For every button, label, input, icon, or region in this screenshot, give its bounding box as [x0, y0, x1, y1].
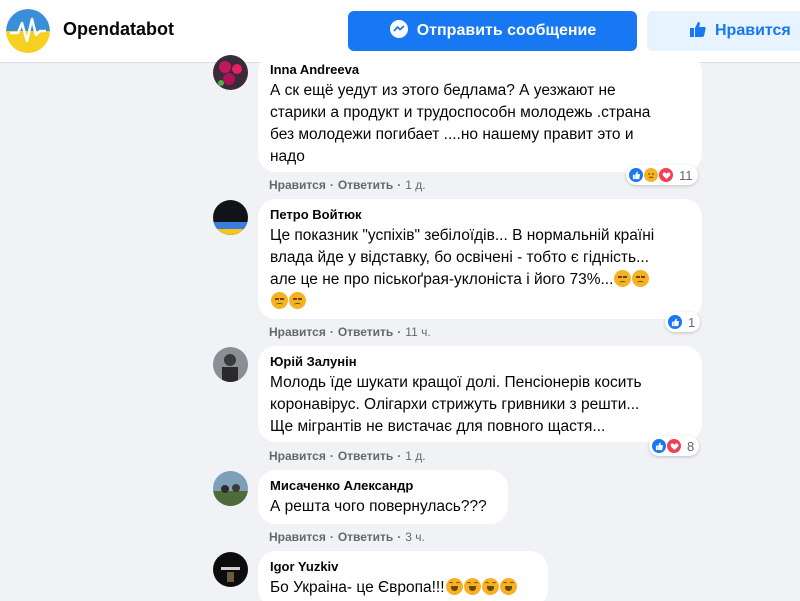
- separator: ·: [329, 449, 334, 463]
- comment-bubble: Inna Andreeva А ск ещё уедут из этого бе…: [258, 54, 702, 172]
- love-reaction-icon: [658, 167, 674, 183]
- comment-bubble: Igor Yuzkiv Бо Украіна- це Європа!!!: [258, 551, 548, 601]
- comment-actions: Нравится · Ответить · 1 д.: [269, 449, 426, 463]
- page-avatar[interactable]: [6, 9, 50, 53]
- comment-author[interactable]: Петро Войтюк: [270, 207, 690, 223]
- disappointed-emoji-icon: [289, 292, 306, 309]
- like-reaction-icon: [651, 438, 667, 454]
- comment-text: Це показник "успіхів" зебілоїдів... В но…: [270, 225, 690, 313]
- comment-author[interactable]: Юрій Залунін: [270, 354, 690, 370]
- send-message-label: Отправить сообщение: [416, 22, 597, 39]
- comment-text-body: Бо Украіна- це Європа!!!: [270, 579, 445, 596]
- comment-timestamp[interactable]: 11 ч.: [405, 325, 430, 339]
- avatar[interactable]: [213, 347, 248, 382]
- laughing-emoji-icon: [463, 578, 481, 595]
- reply-comment-link[interactable]: Ответить: [338, 449, 393, 463]
- separator: ·: [397, 325, 402, 339]
- comment-bubble: Мисаченко Александр А решта чого поверну…: [258, 470, 508, 524]
- page-name[interactable]: Opendatabot: [63, 19, 174, 40]
- reply-comment-link[interactable]: Ответить: [338, 325, 393, 339]
- avatar[interactable]: [213, 552, 248, 587]
- avatar[interactable]: [213, 471, 248, 506]
- disappointed-emoji-icon: [271, 292, 288, 309]
- disappointed-emoji-icon: [614, 270, 632, 287]
- comment-bubble: Петро Войтюк Це показник "успіхів" зебіл…: [258, 199, 702, 319]
- like-reaction-icon: [667, 314, 683, 330]
- reactions-summary[interactable]: 1: [665, 312, 701, 332]
- send-message-button[interactable]: Отправить сообщение: [348, 11, 637, 51]
- comment-text: А ск ещё уедут из этого бедлама? А уезжа…: [270, 82, 651, 165]
- like-comment-link[interactable]: Нравится: [269, 530, 326, 544]
- reaction-count: 11: [679, 167, 693, 183]
- like-page-button[interactable]: Нравится: [647, 11, 800, 51]
- like-reaction-icon: [628, 167, 644, 183]
- separator: ·: [329, 178, 334, 192]
- comment-actions: Нравится · Ответить · 1 д.: [269, 178, 426, 192]
- comment-actions: Нравится · Ответить · 3 ч.: [269, 530, 425, 544]
- comment-author[interactable]: Мисаченко Александр: [270, 478, 496, 494]
- reply-comment-link[interactable]: Ответить: [338, 530, 393, 544]
- messenger-icon: [389, 19, 409, 44]
- comment-text-body: Це показник "успіхів" зебілоїдів... В но…: [270, 227, 655, 288]
- comment-timestamp[interactable]: 3 ч.: [405, 530, 425, 544]
- like-comment-link[interactable]: Нравится: [269, 449, 326, 463]
- like-comment-link[interactable]: Нравится: [269, 178, 326, 192]
- avatar[interactable]: [213, 55, 248, 90]
- comment-text: Молодь їде шукати кращої долі. Пенсіонер…: [270, 374, 642, 435]
- love-reaction-icon: [666, 438, 682, 454]
- sad-reaction-icon: [643, 167, 659, 183]
- laughing-emoji-icon: [499, 578, 517, 595]
- comment-actions: Нравится · Ответить · 11 ч.: [269, 325, 431, 339]
- reaction-count: 1: [688, 314, 696, 330]
- separator: ·: [397, 530, 402, 544]
- disappointed-emoji-icon: [632, 270, 650, 287]
- comment-author[interactable]: Inna Andreeva: [270, 62, 690, 78]
- like-comment-link[interactable]: Нравится: [269, 325, 326, 339]
- laughing-emoji-icon: [481, 578, 499, 595]
- comment-author[interactable]: Igor Yuzkiv: [270, 559, 536, 575]
- avatar[interactable]: [213, 200, 248, 235]
- like-page-label: Нравится: [715, 22, 791, 39]
- reply-comment-link[interactable]: Ответить: [338, 178, 393, 192]
- separator: ·: [397, 178, 402, 192]
- comment-bubble: Юрій Залунін Молодь їде шукати кращої до…: [258, 346, 702, 442]
- comment-timestamp[interactable]: 1 д.: [405, 178, 425, 192]
- separator: ·: [329, 530, 334, 544]
- reaction-count: 8: [687, 438, 695, 454]
- comment-text: Бо Украіна- це Європа!!!: [270, 577, 536, 599]
- separator: ·: [397, 449, 402, 463]
- laughing-emoji-icon: [445, 578, 463, 595]
- reactions-summary[interactable]: 8: [649, 436, 700, 456]
- reactions-summary[interactable]: 11: [626, 165, 698, 185]
- separator: ·: [329, 325, 334, 339]
- comment-timestamp[interactable]: 1 д.: [405, 449, 425, 463]
- thumbs-up-icon: [689, 20, 707, 43]
- comment-text: А решта чого повернулась???: [270, 498, 487, 515]
